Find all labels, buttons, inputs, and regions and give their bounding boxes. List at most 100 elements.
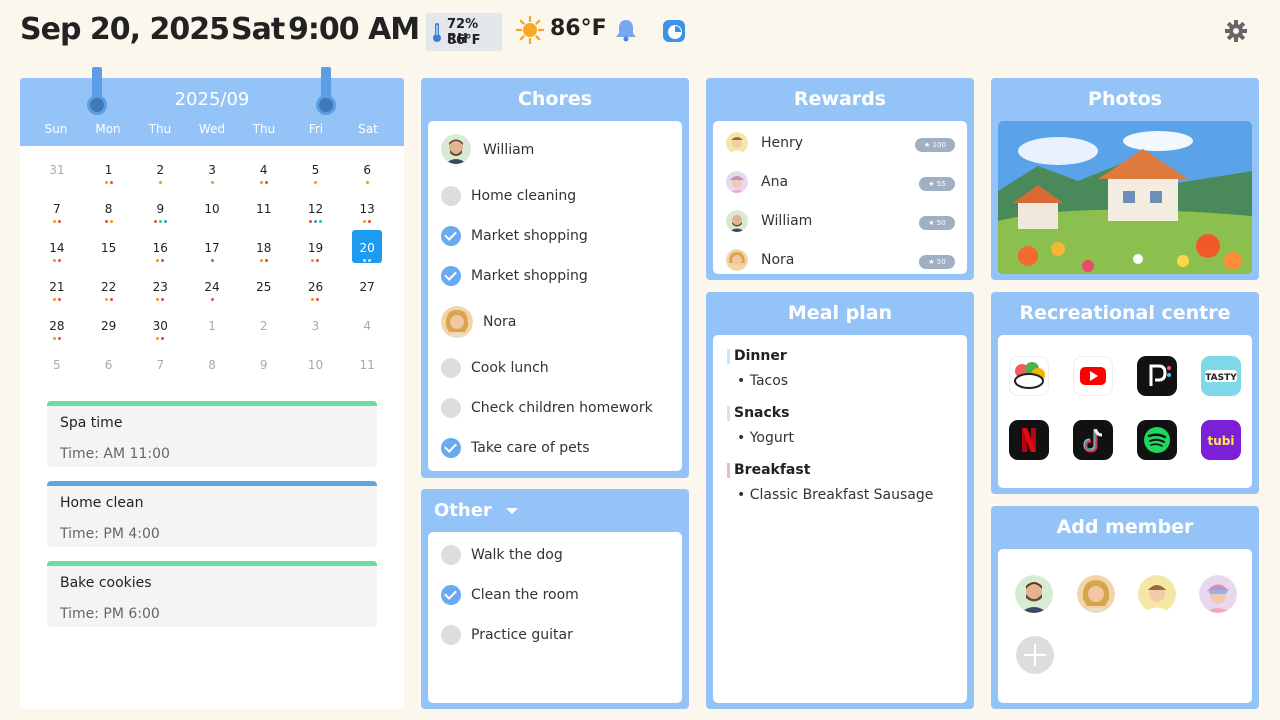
calendar-day[interactable]: 25 xyxy=(238,277,290,316)
calendar-day[interactable]: 14 xyxy=(31,238,83,277)
calendar-day[interactable]: 1 xyxy=(186,316,238,355)
calendar-day[interactable]: 4 xyxy=(341,316,393,355)
bell-icon[interactable] xyxy=(614,18,638,42)
calendar-day[interactable]: 30 xyxy=(134,316,186,355)
calendar-day-selected[interactable]: 20 xyxy=(341,230,393,277)
calendar-day[interactable]: 22 xyxy=(83,277,135,316)
avatar-ana[interactable] xyxy=(1199,575,1237,613)
calendar-day[interactable]: 7 xyxy=(134,355,186,394)
avatar-william[interactable] xyxy=(441,134,471,164)
task-checkbox-checked[interactable] xyxy=(441,266,461,286)
task-checkbox-checked[interactable] xyxy=(441,438,461,458)
calendar-day[interactable]: 21 xyxy=(31,277,83,316)
calendar-day[interactable]: 17 xyxy=(186,238,238,277)
task-checkbox-checked[interactable] xyxy=(441,226,461,246)
calendar-day[interactable]: 31 xyxy=(31,160,83,199)
calendar-day[interactable]: 29 xyxy=(83,316,135,355)
settings-gear-icon[interactable] xyxy=(1225,20,1247,42)
calendar-day[interactable]: 10 xyxy=(290,355,342,394)
calendar-day[interactable]: 8 xyxy=(186,355,238,394)
avatar-william[interactable] xyxy=(1015,575,1053,613)
add-member-button[interactable] xyxy=(1016,636,1054,674)
calendar-day[interactable]: 9 xyxy=(134,199,186,238)
calendar-day-number: 25 xyxy=(256,280,272,294)
task-checkbox[interactable] xyxy=(441,625,461,645)
calendar-day[interactable]: 5 xyxy=(31,355,83,394)
calendar-day[interactable]: 9 xyxy=(238,355,290,394)
top-bar: Sep 20, 2025 Sat 9:00 AM 72% RH 86°F 86°… xyxy=(0,0,1280,64)
calendar-day[interactable]: 5 xyxy=(290,160,342,199)
calendar-day[interactable]: 10 xyxy=(186,199,238,238)
calendar-day[interactable]: 26 xyxy=(290,277,342,316)
calendar-day[interactable]: 11 xyxy=(341,355,393,394)
calendar-day-number: 9 xyxy=(156,202,165,216)
calendar-grid: 31 1 2 3 4 5 6 7 8 9 10 11 12 13 14 15 16 17 18 19 20 21 22 23 2… xyxy=(31,160,393,394)
calendar-day[interactable]: 28 xyxy=(31,316,83,355)
event-dot xyxy=(109,298,113,301)
event-card[interactable]: Spa time Time: AM 11:00 xyxy=(47,401,377,467)
tasty-icon[interactable]: TASTY xyxy=(1201,356,1241,396)
calendar-day-number: 5 xyxy=(53,358,61,372)
event-card[interactable]: Home clean Time: PM 4:00 xyxy=(47,481,377,547)
pocket-fm-icon[interactable] xyxy=(1137,356,1177,396)
photo-frame-image[interactable] xyxy=(998,121,1252,274)
task-checkbox-checked[interactable] xyxy=(441,585,461,605)
svg-text:TASTY: TASTY xyxy=(1205,373,1237,383)
calendar-day-number: 2 xyxy=(259,319,268,333)
calendar-day[interactable]: 2 xyxy=(134,160,186,199)
event-dot xyxy=(153,220,157,223)
calendar-day[interactable]: 16 xyxy=(134,238,186,277)
youtube-icon[interactable] xyxy=(1073,356,1113,396)
calendar-day[interactable]: 6 xyxy=(83,355,135,394)
tiktok-icon[interactable] xyxy=(1073,420,1113,460)
tubi-icon[interactable]: tubi xyxy=(1201,420,1241,460)
event-dots xyxy=(341,181,393,184)
calendar-header: 2025/09 Sun Mon Thu Wed Thu Fri Sat xyxy=(20,78,404,146)
avatar-henry[interactable] xyxy=(1138,575,1176,613)
task-checkbox[interactable] xyxy=(441,186,461,206)
calendar-day[interactable]: 18 xyxy=(238,238,290,277)
task-label: Practice guitar xyxy=(471,627,573,643)
calendar-day[interactable]: 1 xyxy=(83,160,135,199)
add-member-panel: Add member xyxy=(991,506,1259,709)
sun-icon xyxy=(516,16,544,44)
calendar-day[interactable]: 2 xyxy=(238,316,290,355)
calendar-week-row: 7 8 9 10 11 12 13 xyxy=(31,199,393,238)
task-checkbox[interactable] xyxy=(441,398,461,418)
current-date: Sep 20, 2025 xyxy=(20,12,230,47)
calendar-day[interactable]: 6 xyxy=(341,160,393,199)
indoor-climate-widget[interactable]: 72% RH 86°F xyxy=(426,13,502,51)
avatar-nora[interactable] xyxy=(441,306,473,338)
calendar-day[interactable]: 7 xyxy=(31,199,83,238)
netflix-icon[interactable] xyxy=(1009,420,1049,460)
clock-icon[interactable] xyxy=(662,19,686,43)
task-checkbox[interactable] xyxy=(441,545,461,565)
other-dropdown[interactable]: Other xyxy=(434,500,519,521)
calendar-day[interactable]: 24 xyxy=(186,277,238,316)
reward-name: Ana xyxy=(761,174,789,190)
event-dots xyxy=(31,220,83,223)
points-badge: ★ 50 xyxy=(919,216,955,230)
spotify-icon[interactable] xyxy=(1137,420,1177,460)
calendar-day[interactable]: 8 xyxy=(83,199,135,238)
event-card[interactable]: Bake cookies Time: PM 6:00 xyxy=(47,561,377,627)
event-dots xyxy=(290,298,342,301)
weekday-label: Sat xyxy=(358,122,378,136)
calendar-day[interactable]: 3 xyxy=(186,160,238,199)
task-checkbox[interactable] xyxy=(441,358,461,378)
calendar-day[interactable]: 27 xyxy=(341,277,393,316)
calendar-day[interactable]: 11 xyxy=(238,199,290,238)
calendar-day-number: 21 xyxy=(49,280,65,294)
event-dots xyxy=(341,259,393,262)
calendar-day-number: 2 xyxy=(156,163,165,177)
calendar-day[interactable]: 3 xyxy=(290,316,342,355)
avatar-nora[interactable] xyxy=(1077,575,1115,613)
kids-app-icon[interactable] xyxy=(1009,356,1049,396)
points-value: 50 xyxy=(936,219,946,227)
calendar-day[interactable]: 15 xyxy=(83,238,135,277)
calendar-day[interactable]: 23 xyxy=(134,277,186,316)
calendar-day[interactable]: 19 xyxy=(290,238,342,277)
calendar-day[interactable]: 4 xyxy=(238,160,290,199)
calendar-day[interactable]: 12 xyxy=(290,199,342,238)
avatar-henry xyxy=(726,132,748,154)
